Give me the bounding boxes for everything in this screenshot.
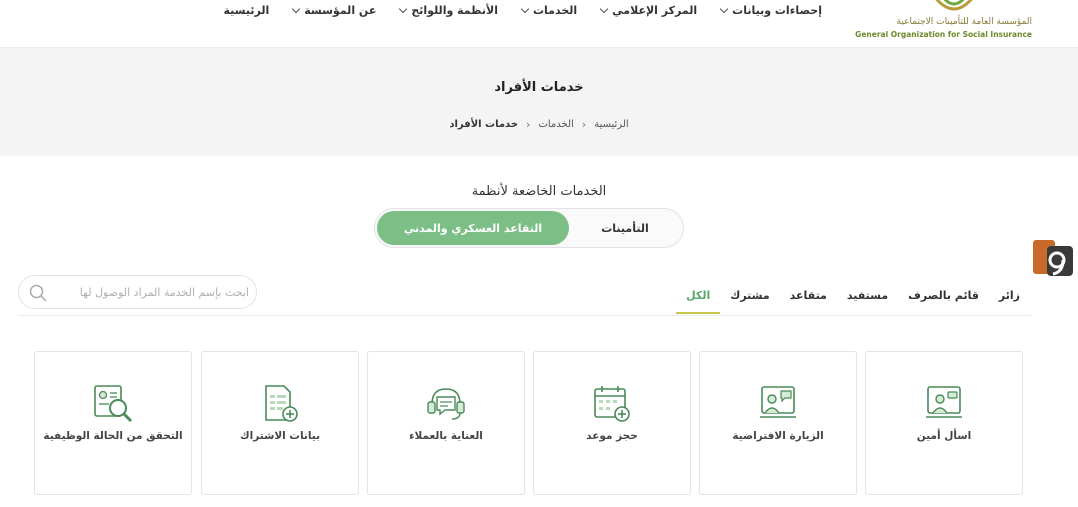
search-input[interactable]: [65, 276, 249, 308]
card-label: الزيارة الافتراضية: [732, 430, 824, 442]
video-call-icon: [760, 386, 796, 418]
service-card-virtual-visit[interactable]: الزيارة الافتراضية: [699, 351, 857, 495]
calendar-add-icon: [594, 386, 630, 422]
nav-item-label: عن المؤسسة: [304, 3, 377, 17]
widget-icon: [1033, 240, 1073, 276]
card-label: بيانات الاشتراك: [239, 430, 321, 442]
service-card-ask-ameen[interactable]: اسأل أمين: [865, 351, 1023, 495]
logo-english-text: General Organization for Social Insuranc…: [855, 30, 1032, 39]
nav-item-statistics[interactable]: إحصاءات وبيانات: [709, 3, 834, 17]
breadcrumb-separator-icon: ‹: [581, 118, 587, 131]
card-label: حجز موعد: [586, 430, 638, 442]
card-label: العناية بالعملاء: [409, 430, 483, 442]
customer-care-icon: [427, 388, 465, 420]
tab-subscriber[interactable]: مشترك: [720, 281, 779, 314]
tab-payment-agent[interactable]: قائم بالصرف: [898, 281, 989, 314]
systems-toggle: التأمينات التقاعد العسكري والمدني: [374, 208, 684, 248]
tabs-divider: [18, 315, 1031, 316]
breadcrumb-separator-icon: ‹: [526, 118, 531, 131]
nav-item-regulations[interactable]: الأنظمة واللوائح: [388, 3, 510, 17]
chevron-down-icon: [719, 4, 729, 13]
page-banner: خدمات الأفراد الرئيسية ‹ الخدمات ‹ خدمات…: [0, 48, 1078, 156]
floating-chat-widget[interactable]: [1033, 238, 1073, 278]
nav-item-home[interactable]: الرئيسية: [212, 3, 282, 17]
search-icon[interactable]: [29, 284, 47, 306]
breadcrumb-services[interactable]: الخدمات: [538, 119, 573, 130]
service-card-subscription-data[interactable]: بيانات الاشتراك: [201, 351, 359, 495]
tab-visitor[interactable]: زائر: [989, 281, 1030, 314]
page-title: خدمات الأفراد: [494, 80, 584, 95]
nav-item-label: إحصاءات وبيانات: [732, 3, 822, 17]
chevron-down-icon: [291, 4, 301, 13]
chevron-down-icon: [599, 4, 609, 13]
id-search-icon: [94, 385, 133, 423]
toggle-option-insurance[interactable]: التأمينات: [571, 211, 679, 245]
site-header: المؤسسة العامة للتأمينات الاجتماعية Gene…: [0, 0, 1078, 48]
document-add-icon: [265, 385, 298, 422]
service-card-employment-status[interactable]: التحقق من الحالة الوظيفية: [34, 351, 192, 495]
nav-item-about[interactable]: عن المؤسسة: [281, 3, 388, 17]
service-cards: اسأل أمين الزيارة الافتراضية حجز موعد ال…: [34, 351, 1024, 495]
breadcrumb-home[interactable]: الرئيسية: [594, 119, 628, 130]
logo-emblem-icon: [935, 0, 973, 11]
nav-item-services[interactable]: الخدمات: [510, 3, 589, 17]
service-card-customer-care[interactable]: العناية بالعملاء: [367, 351, 525, 495]
main-nav: الرئيسية عن المؤسسة الأنظمة واللوائح الخ…: [212, 3, 834, 17]
logo-arabic-text: المؤسسة العامة للتأمينات الاجتماعية: [896, 17, 1032, 27]
tab-beneficiary[interactable]: مستفيد: [837, 281, 898, 314]
nav-item-label: الأنظمة واللوائح: [411, 3, 498, 17]
toggle-option-retirement[interactable]: التقاعد العسكري والمدني: [377, 211, 569, 245]
service-search: [18, 275, 257, 309]
breadcrumb-current: خدمات الأفراد: [449, 119, 519, 130]
nav-item-label: الرئيسية: [223, 3, 270, 17]
systems-title: الخدمات الخاضعة لأنظمة: [471, 184, 607, 199]
nav-item-label: الخدمات: [532, 3, 578, 17]
audience-tabs: الكل مشترك متقاعد مستفيد قائم بالصرف زائ…: [676, 281, 1030, 314]
tab-retiree[interactable]: متقاعد: [780, 281, 837, 314]
nav-item-media-center[interactable]: المركز الإعلامي: [589, 3, 709, 17]
agent-icon: [926, 386, 962, 418]
breadcrumb: الرئيسية ‹ الخدمات ‹ خدمات الأفراد: [0, 118, 1078, 131]
gosi-logo[interactable]: المؤسسة العامة للتأمينات الاجتماعية Gene…: [855, 0, 1034, 44]
card-label: اسأل أمين: [916, 430, 972, 442]
chevron-down-icon: [399, 4, 408, 13]
card-label: التحقق من الحالة الوظيفية: [43, 430, 183, 442]
nav-item-label: المركز الإعلامي: [612, 3, 698, 17]
service-card-book-appointment[interactable]: حجز موعد: [533, 351, 691, 495]
chevron-down-icon: [520, 4, 530, 13]
tab-all[interactable]: الكل: [676, 281, 721, 314]
